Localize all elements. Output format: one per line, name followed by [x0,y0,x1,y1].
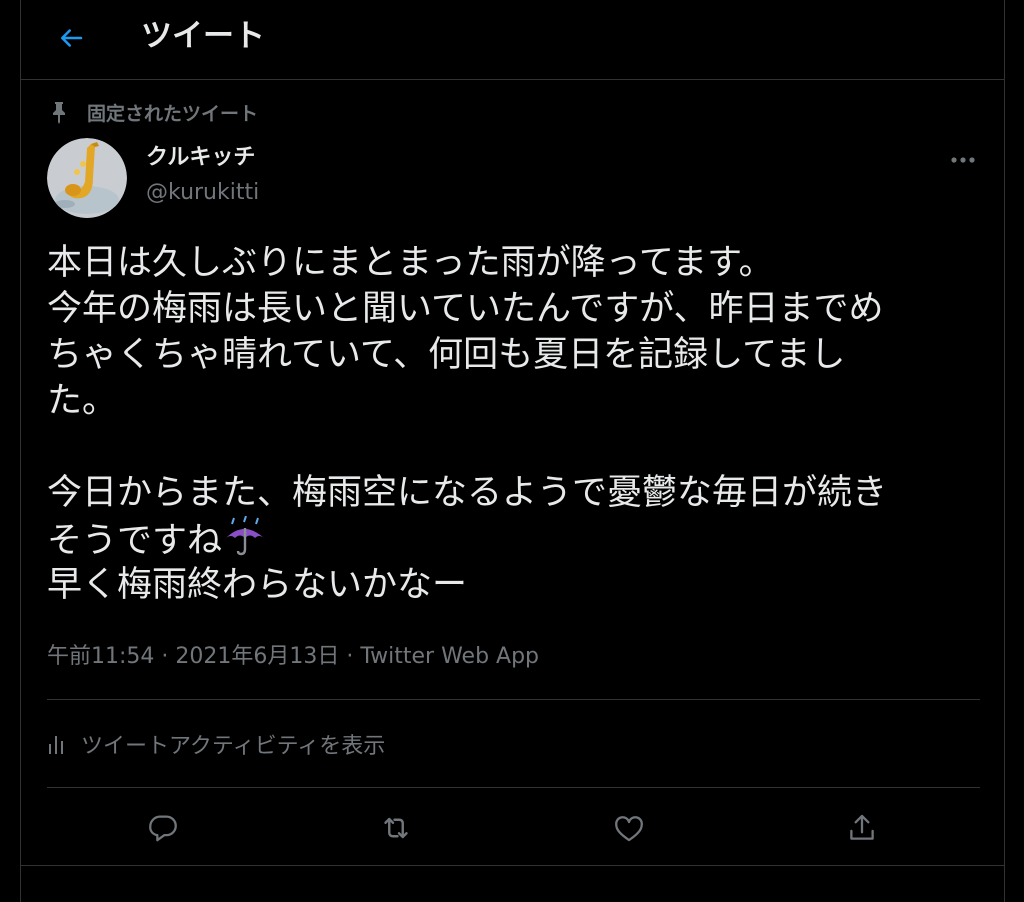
more-options-button[interactable] [941,140,985,180]
umbrella-with-rain-emoji-icon [226,515,265,556]
page-title: ツイート [141,18,265,54]
reply-bubble-icon [149,815,177,842]
tweet-date[interactable]: 2021年6月13日 [175,644,339,669]
retweet-button[interactable] [372,804,420,852]
more-dots-icon [951,157,975,163]
tweet-line: 今日からまた、梅雨空になるようで憂鬱な毎日が続き [47,473,888,513]
saxophone-avatar-icon [47,138,127,218]
divider [47,699,980,700]
meta-separator: · [154,644,176,669]
tweet-line: 今年の梅雨は長いと聞いていたんですが、昨日までめ [47,289,884,329]
author-username[interactable]: @kurukitti [146,178,259,208]
tweet-detail-column: ツイート 固定されたツイート クルキッチ @kurukitti 本日は久しぶりに… [20,0,1005,902]
tweet-line: 早く梅雨終わらないかなー [47,565,468,605]
share-upload-icon [850,814,874,840]
arrow-left-icon [61,29,83,47]
tweet-source[interactable]: Twitter Web App [360,644,539,669]
tweet-text: 本日は久しぶりにまとまった雨が降ってます。 今年の梅雨は長いと聞いていたんですが… [47,240,977,608]
heart-icon [615,816,643,842]
reply-button[interactable] [139,804,187,852]
analytics-bars-icon [49,736,63,754]
divider [21,865,1004,866]
tweet-line: 本日は久しぶりにまとまった雨が降ってます。 [47,243,774,283]
pin-icon [53,102,65,124]
tweet-line: ちゃくちゃ晴れていて、何回も夏日を記録してまし [47,335,846,375]
tweet-actions-bar [21,800,1004,856]
tweet-time[interactable]: 午前11:54 [47,644,154,669]
tweet-line: た。 [47,381,118,421]
tweet-metadata: 午前11:54 · 2021年6月13日 · Twitter Web App [47,640,539,674]
activity-label: ツイートアクティビティを表示 [81,734,386,759]
tweet-line-with-emoji: そうですね [47,515,977,562]
pinned-indicator: 固定されたツイート [49,98,258,126]
divider [47,787,980,788]
avatar[interactable] [47,138,127,218]
meta-separator: · [339,644,361,669]
share-button[interactable] [838,804,886,852]
view-tweet-activity-link[interactable]: ツイートアクティビティを表示 [47,726,385,762]
retweet-icon [384,817,408,839]
author-display-name[interactable]: クルキッチ [146,143,255,173]
top-header: ツイート [21,0,1004,80]
like-button[interactable] [605,804,653,852]
pinned-label: 固定されたツイート [87,102,259,125]
tweet-line-text: そうですね [47,521,223,561]
back-button[interactable] [49,16,93,60]
